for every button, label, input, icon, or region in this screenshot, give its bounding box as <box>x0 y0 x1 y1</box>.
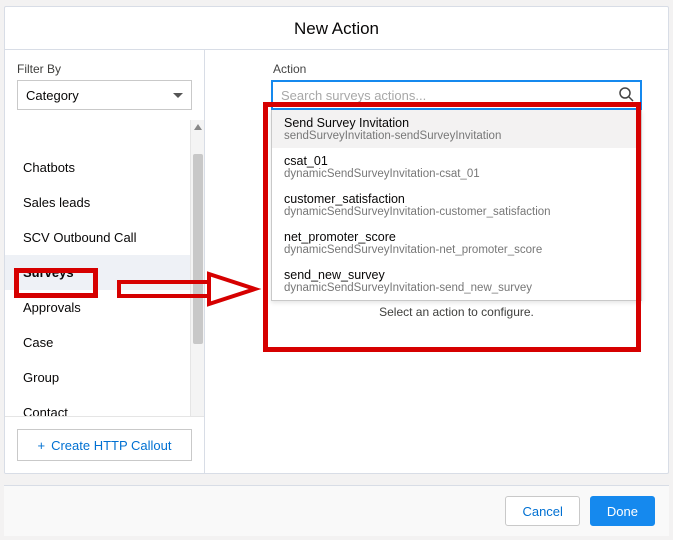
create-http-callout-label: Create HTTP Callout <box>51 438 171 453</box>
filter-by-label: Filter By <box>17 62 192 76</box>
category-scrollbar[interactable] <box>190 120 204 416</box>
cancel-button[interactable]: Cancel <box>505 496 579 526</box>
category-item-group[interactable]: Group <box>5 360 204 395</box>
category-item-sales-leads[interactable]: Sales leads <box>5 185 204 220</box>
left-pane: Filter By Category Chatbots Sales leads … <box>5 50 205 473</box>
modal-title: New Action <box>5 7 668 50</box>
done-button[interactable]: Done <box>590 496 655 526</box>
category-item-contact[interactable]: Contact <box>5 395 204 416</box>
chevron-down-icon <box>173 93 183 98</box>
action-field-label: Action <box>265 62 648 76</box>
modal-footer: Cancel Done <box>4 485 669 536</box>
filter-by-select[interactable]: Category <box>17 80 192 110</box>
scroll-thumb[interactable] <box>193 154 203 344</box>
scroll-up-icon[interactable] <box>191 120 205 134</box>
new-action-modal: New Action Filter By Category Chatbots S… <box>4 6 669 474</box>
plus-icon: + <box>37 438 45 453</box>
annotation-highlight-surveys <box>14 268 98 298</box>
filter-by-value: Category <box>26 88 79 103</box>
category-item-scv-outbound-call[interactable]: SCV Outbound Call <box>5 220 204 255</box>
create-http-callout-button[interactable]: + Create HTTP Callout <box>17 429 192 461</box>
annotation-highlight-action-panel <box>263 102 641 352</box>
category-item-chatbots[interactable]: Chatbots <box>5 150 204 185</box>
category-item-case[interactable]: Case <box>5 325 204 360</box>
